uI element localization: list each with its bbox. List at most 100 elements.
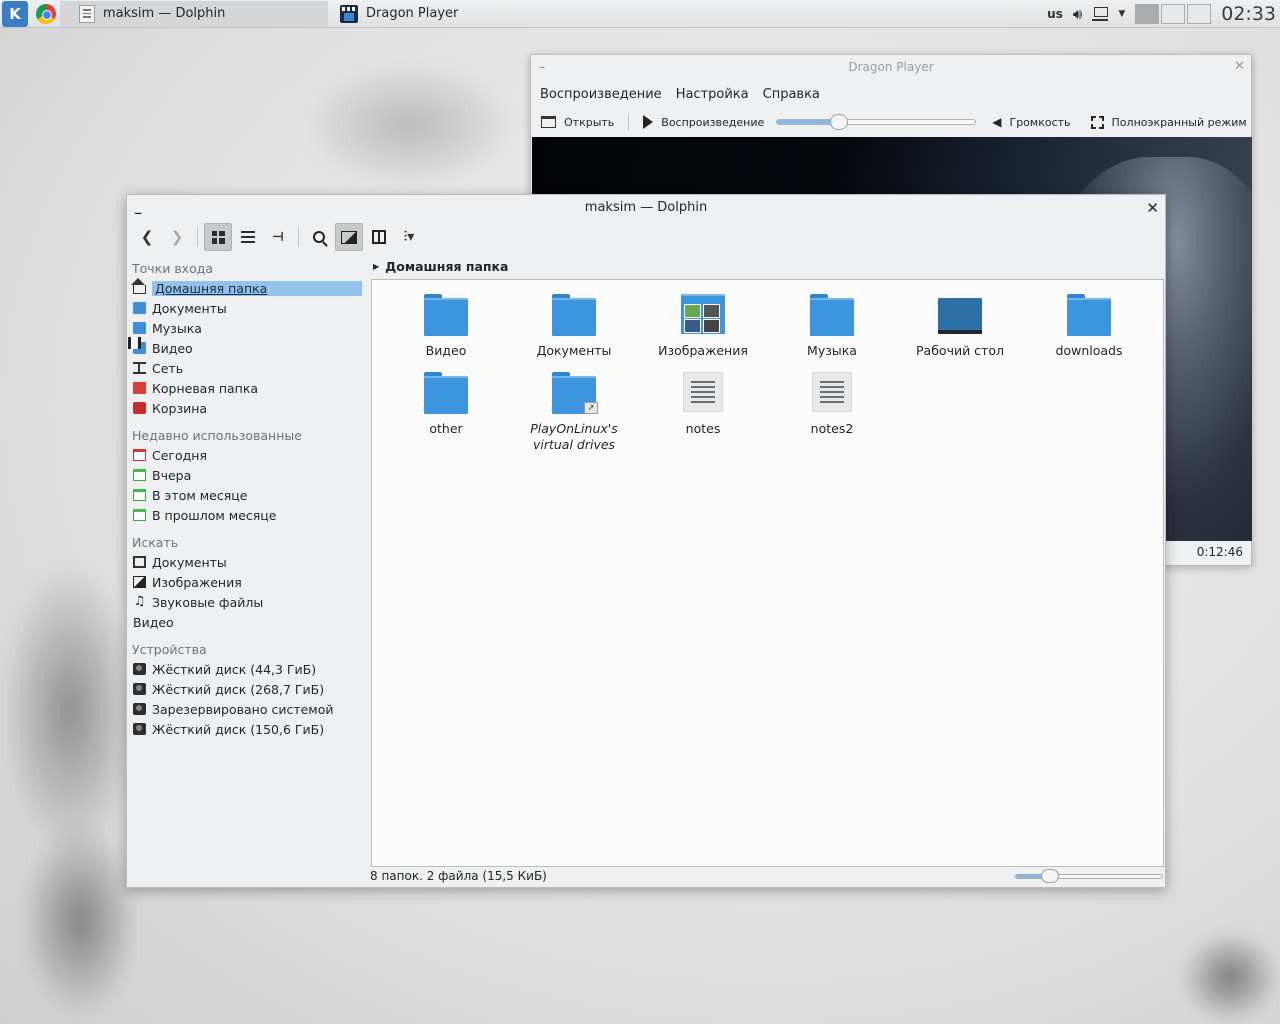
recent-item-this-month[interactable]: В этом месяце bbox=[127, 485, 367, 505]
play-button[interactable]: Воспроизведение bbox=[643, 115, 764, 129]
device-item-disk-2[interactable]: Жёсткий диск (268,7 ГиБ) bbox=[127, 679, 367, 699]
disk-icon bbox=[133, 663, 146, 675]
desktop-1[interactable] bbox=[1135, 3, 1160, 24]
clock[interactable]: 02:33 bbox=[1221, 3, 1276, 25]
details-view-icon: ⊣ bbox=[272, 229, 284, 245]
recent-item-today[interactable]: Сегодня bbox=[127, 445, 367, 465]
volume-label: Громкость bbox=[1009, 115, 1071, 129]
places-item-label: Жёсткий диск (268,7 ГиБ) bbox=[152, 681, 325, 697]
file-name: other bbox=[429, 421, 463, 436]
settings-sliders-icon: ⫶▾ bbox=[403, 229, 415, 245]
menu-help[interactable]: Справка bbox=[763, 87, 820, 102]
places-item-root[interactable]: Корневая папка bbox=[127, 378, 367, 398]
find-button[interactable] bbox=[305, 223, 333, 251]
task-dragon-player[interactable]: Dragon Player bbox=[332, 1, 562, 27]
home-icon bbox=[131, 278, 146, 294]
volume-button[interactable]: ◀︎ Громкость bbox=[992, 115, 1070, 129]
file-item-playonlinux[interactable]: ↗ PlayOnLinux's virtual drives bbox=[510, 372, 638, 453]
device-item-disk-3[interactable]: Жёсткий диск (150,6 ГиБ) bbox=[127, 719, 367, 739]
forward-button[interactable]: ❯ bbox=[163, 223, 191, 251]
file-item-images[interactable]: Изображения bbox=[639, 294, 767, 359]
zoom-slider[interactable] bbox=[1015, 868, 1163, 883]
device-item-disk-1[interactable]: Жёсткий диск (44,3 ГиБ) bbox=[127, 659, 367, 679]
file-item-downloads[interactable]: downloads bbox=[1025, 294, 1153, 359]
title-bar[interactable]: _ maksim — Dolphin ✕ bbox=[127, 195, 1165, 221]
places-item-home[interactable]: Домашняя папка bbox=[127, 278, 367, 298]
desktop-3[interactable] bbox=[1187, 3, 1212, 24]
places-item-documents[interactable]: Документы bbox=[127, 298, 367, 318]
symlink-badge-icon: ↗ bbox=[584, 402, 598, 414]
icons-view-button[interactable] bbox=[204, 223, 232, 251]
chrome-icon[interactable] bbox=[36, 3, 56, 24]
seek-handle[interactable] bbox=[829, 114, 848, 130]
network-icon[interactable] bbox=[1092, 6, 1109, 22]
compact-view-button[interactable] bbox=[234, 223, 262, 251]
search-item-video[interactable]: Видео bbox=[127, 337, 367, 632]
breadcrumb-arrow-icon[interactable]: ▶ bbox=[373, 262, 379, 271]
file-item-notes[interactable]: notes bbox=[639, 372, 767, 437]
places-item-trash[interactable]: Корзина bbox=[127, 398, 367, 418]
details-view-button[interactable]: ⊣ bbox=[264, 223, 292, 251]
device-item-reserved[interactable]: Зарезервировано системой bbox=[127, 699, 367, 719]
toolbar-separator bbox=[298, 227, 299, 247]
audio-icon: ♫ bbox=[133, 594, 146, 609]
places-item-label: Документы bbox=[152, 300, 227, 316]
compact-view-icon bbox=[241, 231, 255, 243]
recent-section-header: Недавно использованные bbox=[132, 428, 302, 443]
close-icon[interactable]: ✕ bbox=[1234, 55, 1245, 79]
title-bar[interactable]: – Dragon Player ✕ bbox=[531, 55, 1251, 81]
places-item-music[interactable]: Музыка bbox=[127, 318, 367, 338]
menu-bar: Воспроизведение Настройка Справка bbox=[531, 81, 1251, 107]
minimize-icon[interactable]: _ bbox=[135, 195, 142, 221]
file-item-music[interactable]: Музыка bbox=[768, 294, 896, 359]
recent-item-last-month[interactable]: В прошлом месяце bbox=[127, 505, 367, 525]
task-dolphin[interactable]: maksim — Dolphin bbox=[60, 0, 328, 27]
images-folder-icon bbox=[681, 294, 725, 334]
file-name: notes2 bbox=[810, 421, 854, 436]
search-item-documents[interactable]: Документы bbox=[127, 552, 367, 572]
places-item-label: В прошлом месяце bbox=[152, 507, 277, 523]
file-item-notes2[interactable]: notes2 bbox=[768, 372, 896, 437]
window-title: maksim — Dolphin bbox=[584, 200, 708, 215]
control-menu-button[interactable]: ⫶▾ bbox=[395, 223, 423, 251]
file-item-desktop[interactable]: Рабочий стол bbox=[896, 294, 1024, 359]
wallpaper-smoke bbox=[300, 60, 520, 190]
menu-playback[interactable]: Воспроизведение bbox=[540, 87, 662, 102]
open-button[interactable]: Открыть bbox=[541, 116, 614, 129]
back-button[interactable]: ❮ bbox=[133, 223, 161, 251]
places-item-network[interactable]: Сеть bbox=[127, 358, 367, 378]
breadcrumb[interactable]: ▶ Домашняя папка bbox=[373, 257, 508, 275]
seek-slider[interactable] bbox=[776, 114, 977, 130]
volume-icon[interactable]: 🔊︎ bbox=[1073, 5, 1082, 23]
places-item-label: Изображения bbox=[152, 574, 242, 590]
minimize-icon[interactable]: – bbox=[539, 55, 545, 79]
recent-item-yesterday[interactable]: Вчера bbox=[127, 465, 367, 485]
zoom-handle[interactable] bbox=[1040, 868, 1059, 883]
preview-button[interactable] bbox=[335, 223, 363, 251]
search-item-audio[interactable]: ♫ Звуковые файлы bbox=[127, 592, 367, 612]
fullscreen-button[interactable]: Полноэкранный режим bbox=[1090, 115, 1247, 129]
places-item-videos[interactable]: Видео bbox=[127, 338, 367, 358]
folder-icon bbox=[133, 322, 146, 334]
keyboard-layout[interactable]: us bbox=[1047, 7, 1063, 21]
file-item-videos[interactable]: Видео bbox=[382, 294, 510, 359]
text-file-icon bbox=[812, 372, 852, 412]
file-view[interactable]: Видео Документы Изображения Музыка Рабоч… bbox=[371, 279, 1164, 867]
close-icon[interactable]: ✕ bbox=[1146, 195, 1159, 221]
dragon-player-icon bbox=[340, 4, 358, 23]
split-button[interactable] bbox=[365, 223, 393, 251]
player-toolbar: Открыть Воспроизведение ◀︎ Громкость Пол… bbox=[531, 107, 1251, 137]
playback-time[interactable]: 0:12:46 bbox=[1197, 545, 1243, 559]
desktop-2[interactable] bbox=[1161, 3, 1186, 24]
folder-icon bbox=[133, 302, 146, 314]
kde-launcher-icon[interactable]: K bbox=[2, 0, 28, 27]
tray-expand-icon[interactable]: ▼ bbox=[1118, 9, 1125, 19]
breadcrumb-home[interactable]: Домашняя папка bbox=[385, 259, 508, 274]
menu-settings[interactable]: Настройка bbox=[676, 87, 749, 102]
search-item-images[interactable]: Изображения bbox=[127, 572, 367, 592]
main-toolbar: ❮ ❯ ⊣ ⫶▾ bbox=[127, 221, 1165, 253]
folder-icon bbox=[552, 294, 596, 336]
file-item-other[interactable]: other bbox=[382, 372, 510, 437]
status-bar: 8 папок. 2 файла (15,5 КиБ) bbox=[370, 867, 1165, 885]
file-item-documents[interactable]: Документы bbox=[510, 294, 638, 359]
